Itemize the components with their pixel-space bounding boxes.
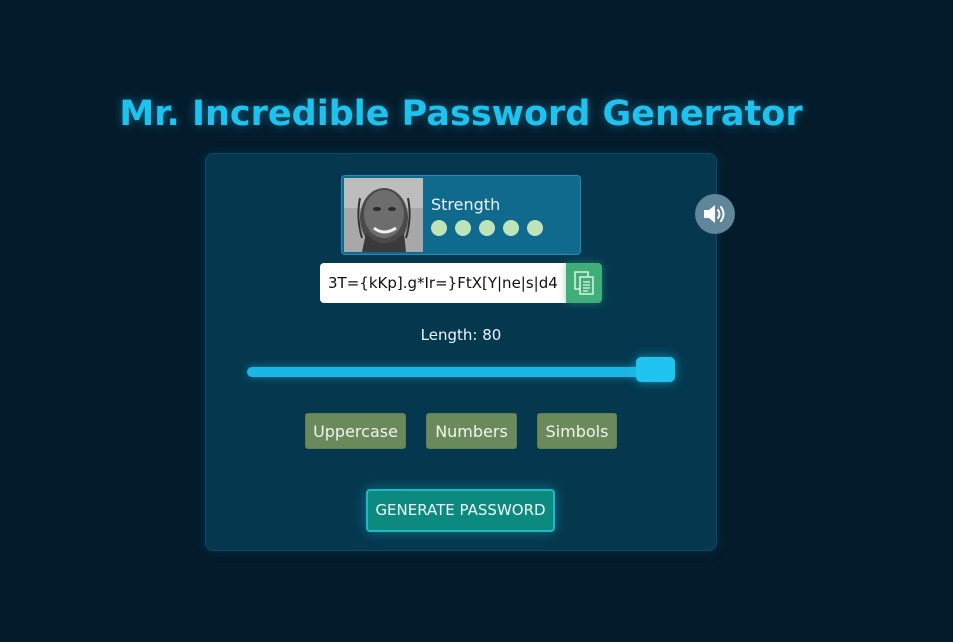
symbols-toggle[interactable]: Simbols: [537, 413, 617, 449]
speaker-icon: [704, 205, 725, 223]
strength-label: Strength: [431, 195, 501, 214]
avatar: [344, 178, 423, 252]
password-output-field[interactable]: [320, 263, 566, 303]
mr-incredible-face-image: [344, 178, 423, 252]
strength-panel: Strength: [341, 175, 581, 255]
length-slider-track[interactable]: [247, 367, 671, 377]
length-slider-thumb[interactable]: [636, 357, 675, 382]
sound-toggle-button[interactable]: [695, 194, 735, 234]
password-output-group: [320, 263, 602, 303]
strength-dot: [431, 220, 447, 236]
strength-dot: [527, 220, 543, 236]
strength-dot: [479, 220, 495, 236]
strength-dot: [503, 220, 519, 236]
copy-icon: [574, 271, 594, 295]
strength-indicator: [431, 220, 543, 236]
page-title: Mr. Incredible Password Generator: [119, 94, 803, 134]
uppercase-toggle[interactable]: Uppercase: [305, 413, 406, 449]
length-label: Length: 80: [420, 326, 502, 344]
app-page: Mr. Incredible Password Generator Streng…: [0, 0, 953, 642]
strength-dot: [455, 220, 471, 236]
numbers-toggle[interactable]: Numbers: [426, 413, 517, 449]
copy-button[interactable]: [566, 263, 602, 303]
generate-password-button[interactable]: GENERATE PASSWORD: [366, 489, 555, 532]
